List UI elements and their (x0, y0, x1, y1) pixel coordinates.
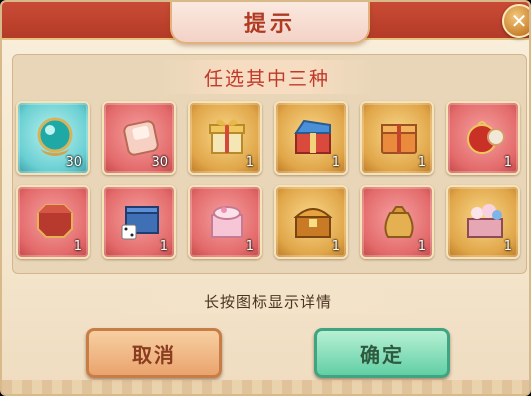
golden-treasure-chest-icon (290, 197, 336, 243)
banner-text: 任选其中三种 (203, 67, 330, 90)
blue-dice-box-icon (118, 197, 164, 243)
item-slot-2[interactable]: 30 (102, 101, 176, 175)
item-slot-8[interactable]: 1 (102, 185, 176, 259)
selection-banner: 任选其中三种 (162, 60, 372, 94)
cancel-button[interactable]: 取消 (86, 328, 222, 378)
item-count: 1 (245, 239, 254, 254)
flower-jewel-chest-icon (462, 197, 508, 243)
orange-box-icon (376, 113, 422, 159)
pink-cake-box-icon (204, 197, 250, 243)
item-grid: 30 30 1 1 1 1 1 1 1 1 1 1 (16, 101, 520, 259)
title-plaque: 提示 (170, 2, 370, 44)
item-slot-9[interactable]: 1 (188, 185, 262, 259)
crystal-orb-icon (32, 113, 78, 159)
close-button[interactable]: ✕ (502, 4, 529, 38)
item-slot-5[interactable]: 1 (360, 101, 434, 175)
dialog-title: 提示 (243, 11, 296, 37)
item-count: 30 (65, 155, 82, 170)
red-lantern-pouch-icon (462, 113, 508, 159)
red-octagon-box-icon (32, 197, 78, 243)
gold-coin-pouch-icon (376, 197, 422, 243)
long-press-hint: 长按图标显示详情 (110, 288, 426, 314)
item-slot-12[interactable]: 1 (446, 185, 520, 259)
blue-gift-chest-icon (290, 113, 336, 159)
item-slot-7[interactable]: 1 (16, 185, 90, 259)
item-count: 1 (73, 239, 82, 254)
item-slot-3[interactable]: 1 (188, 101, 262, 175)
confirm-button[interactable]: 确定 (314, 328, 450, 378)
red-envelope-scroll-icon (118, 113, 164, 159)
confirm-button-label: 确定 (360, 342, 404, 367)
item-slot-10[interactable]: 1 (274, 185, 348, 259)
item-count: 1 (245, 155, 254, 170)
item-count: 1 (159, 239, 168, 254)
reward-choice-dialog: 提示 ✕ 任选其中三种 30 30 1 1 1 1 1 1 1 1 1 1 长按… (0, 0, 531, 396)
item-count: 1 (331, 155, 340, 170)
item-count: 1 (503, 239, 512, 254)
close-icon: ✕ (510, 9, 528, 33)
item-count: 30 (151, 155, 168, 170)
item-slot-6[interactable]: 1 (446, 101, 520, 175)
item-slot-11[interactable]: 1 (360, 185, 434, 259)
item-count: 1 (417, 155, 426, 170)
item-slot-4[interactable]: 1 (274, 101, 348, 175)
item-slot-1[interactable]: 30 (16, 101, 90, 175)
gold-gift-box-icon (204, 113, 250, 159)
item-count: 1 (503, 155, 512, 170)
hint-text: 长按图标显示详情 (203, 292, 332, 311)
item-count: 1 (417, 239, 426, 254)
cancel-button-label: 取消 (132, 342, 176, 367)
item-count: 1 (331, 239, 340, 254)
